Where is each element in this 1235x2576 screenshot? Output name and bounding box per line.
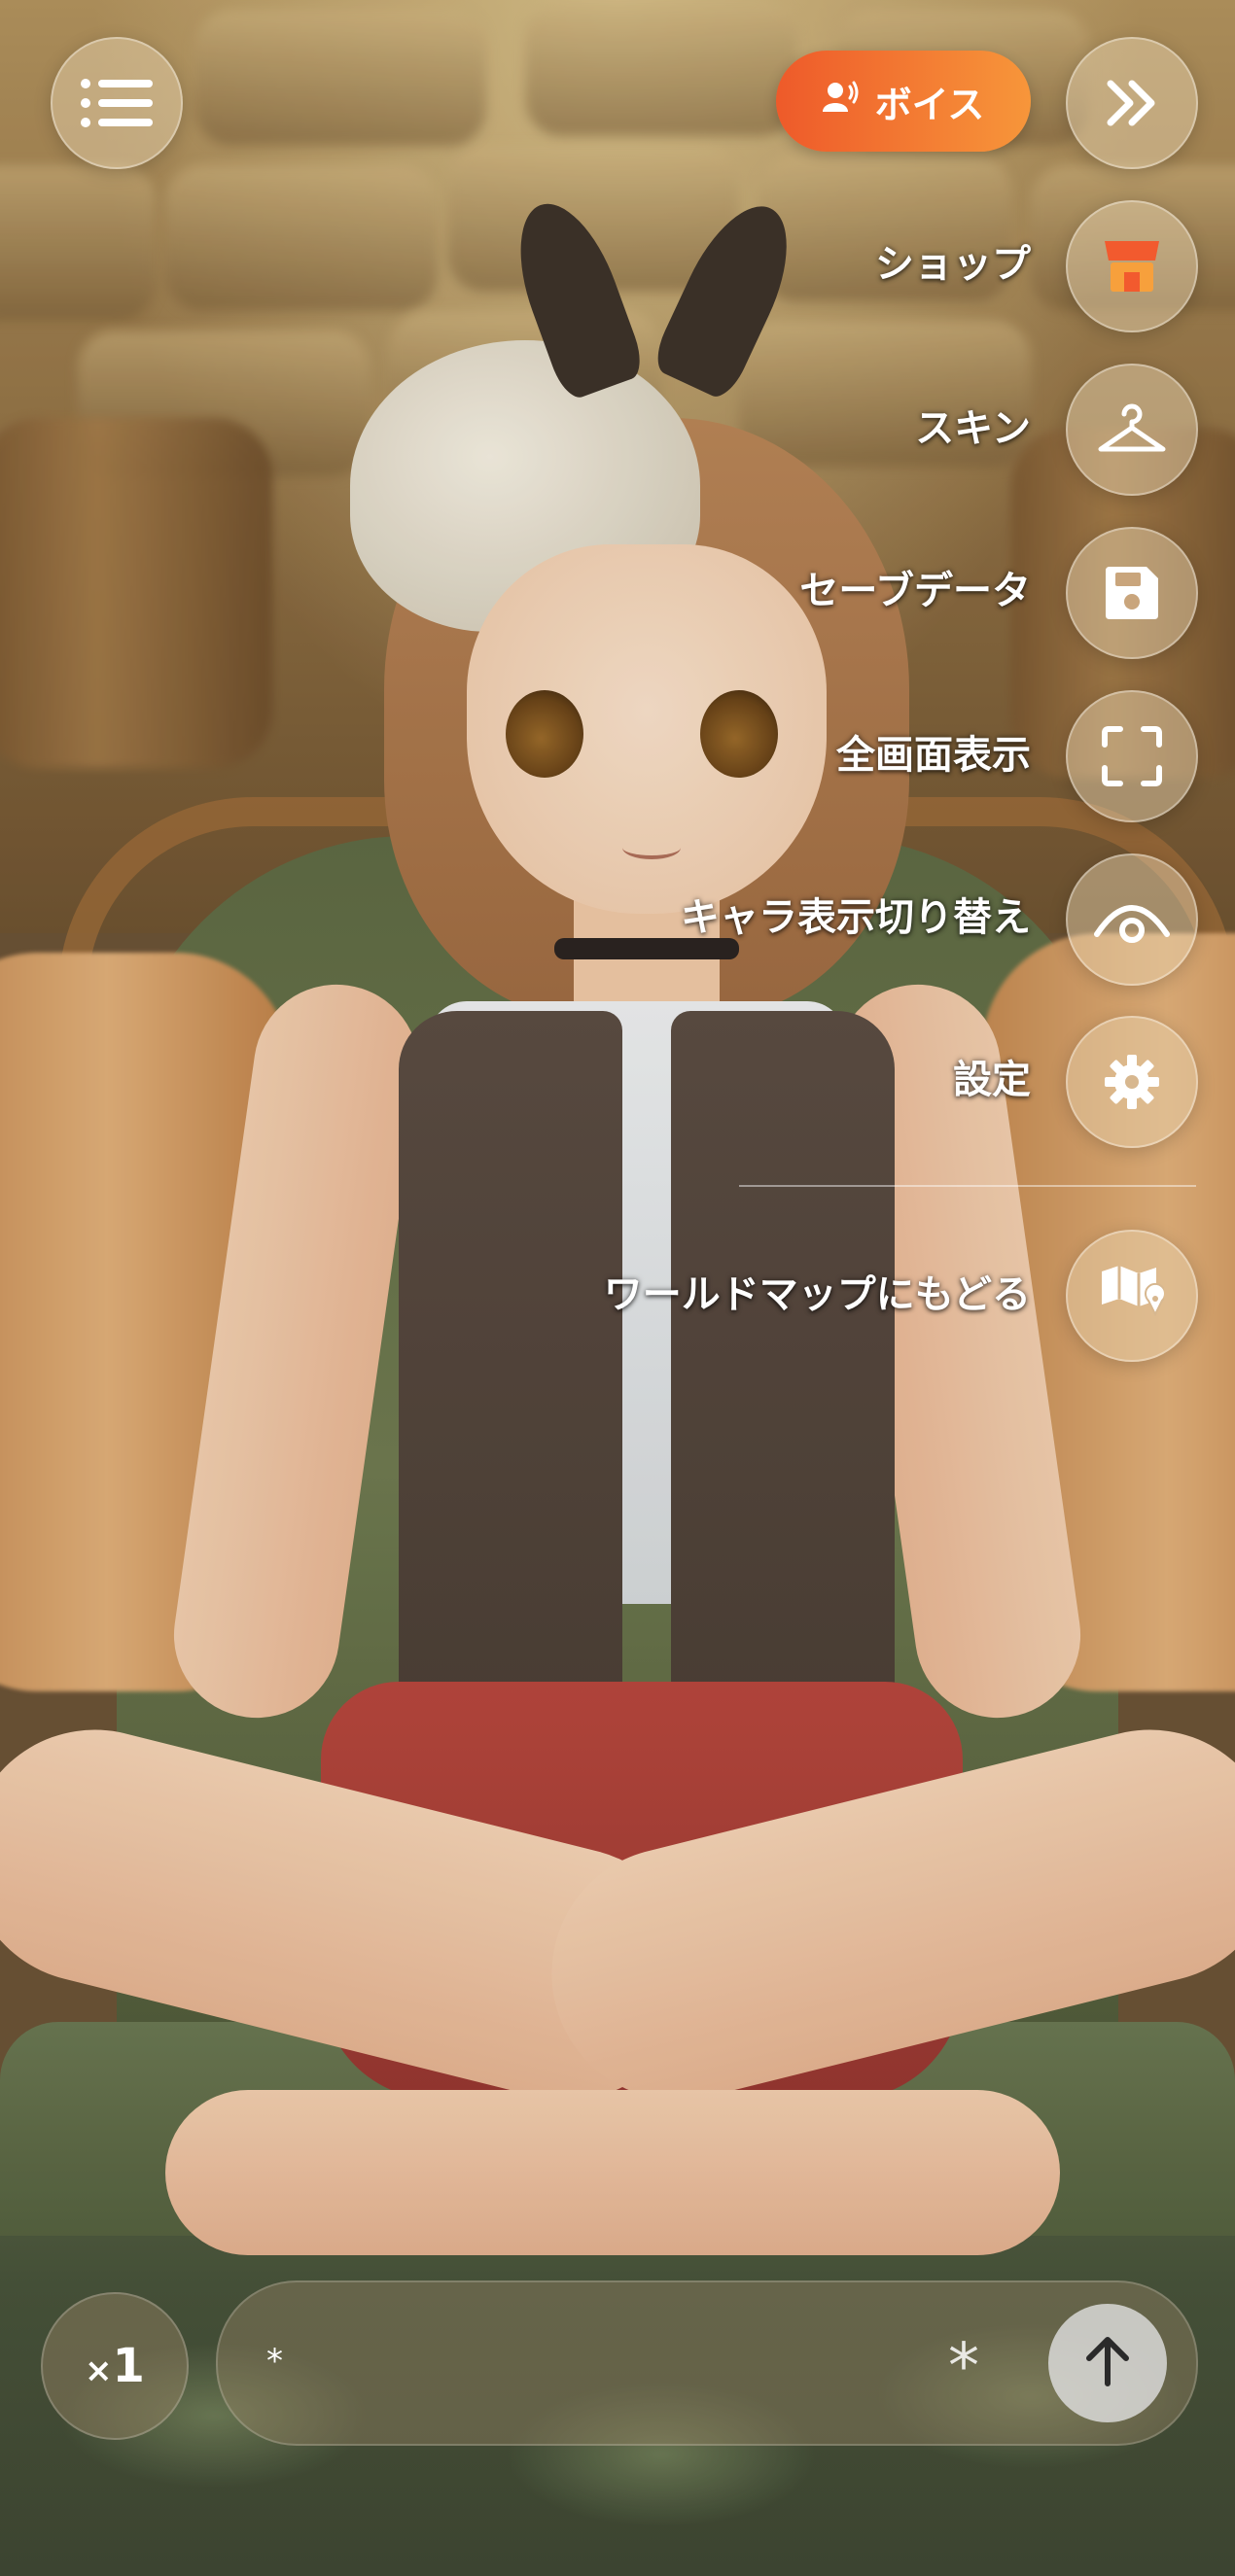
toggle-character-button[interactable] [1066, 853, 1198, 986]
menu-item-skin-label[interactable]: スキン [915, 390, 1031, 468]
menu-item-shop-label[interactable]: ショップ [875, 226, 1031, 303]
menu-item-world-map-label[interactable]: ワールドマップにもどる [604, 1256, 1031, 1334]
fullscreen-icon [1101, 725, 1163, 787]
send-button[interactable] [1048, 2304, 1167, 2422]
skin-button[interactable] [1066, 364, 1198, 496]
menu-item-save-data-label[interactable]: セーブデータ [799, 552, 1031, 630]
menu-item-fullscreen-label[interactable]: 全画面表示 [836, 716, 1031, 794]
voice-button-label: ボイス [874, 83, 985, 126]
action-asterisk-button[interactable]: * [930, 2323, 998, 2403]
speed-prefix: × [85, 2351, 113, 2390]
list-menu-icon [81, 79, 153, 127]
eye-icon [1093, 895, 1171, 944]
save-disk-icon [1102, 563, 1162, 623]
menu-item-settings-label[interactable]: 設定 [953, 1041, 1031, 1119]
voice-person-icon [822, 80, 860, 122]
speed-value: 1 [112, 2339, 145, 2393]
hanger-icon [1097, 402, 1167, 457]
chat-input[interactable] [265, 2331, 852, 2391]
shop-icon [1101, 237, 1163, 296]
save-data-button[interactable] [1066, 527, 1198, 659]
shop-button[interactable] [1066, 200, 1198, 332]
collapse-menu-button[interactable] [1066, 37, 1198, 169]
speed-button[interactable]: × 1 [41, 2292, 189, 2440]
gear-icon [1103, 1053, 1161, 1111]
settings-button[interactable] [1066, 1016, 1198, 1148]
arrow-up-icon [1083, 2335, 1132, 2391]
fullscreen-button[interactable] [1066, 690, 1198, 822]
voice-button[interactable]: ボイス [776, 51, 1031, 152]
map-pin-icon [1100, 1262, 1164, 1330]
menu-divider [739, 1185, 1196, 1187]
double-chevron-right-icon [1103, 79, 1161, 127]
world-map-button[interactable] [1066, 1230, 1198, 1362]
menu-item-toggle-character-label[interactable]: キャラ表示切り替え [681, 879, 1031, 957]
menu-button[interactable] [51, 37, 183, 169]
